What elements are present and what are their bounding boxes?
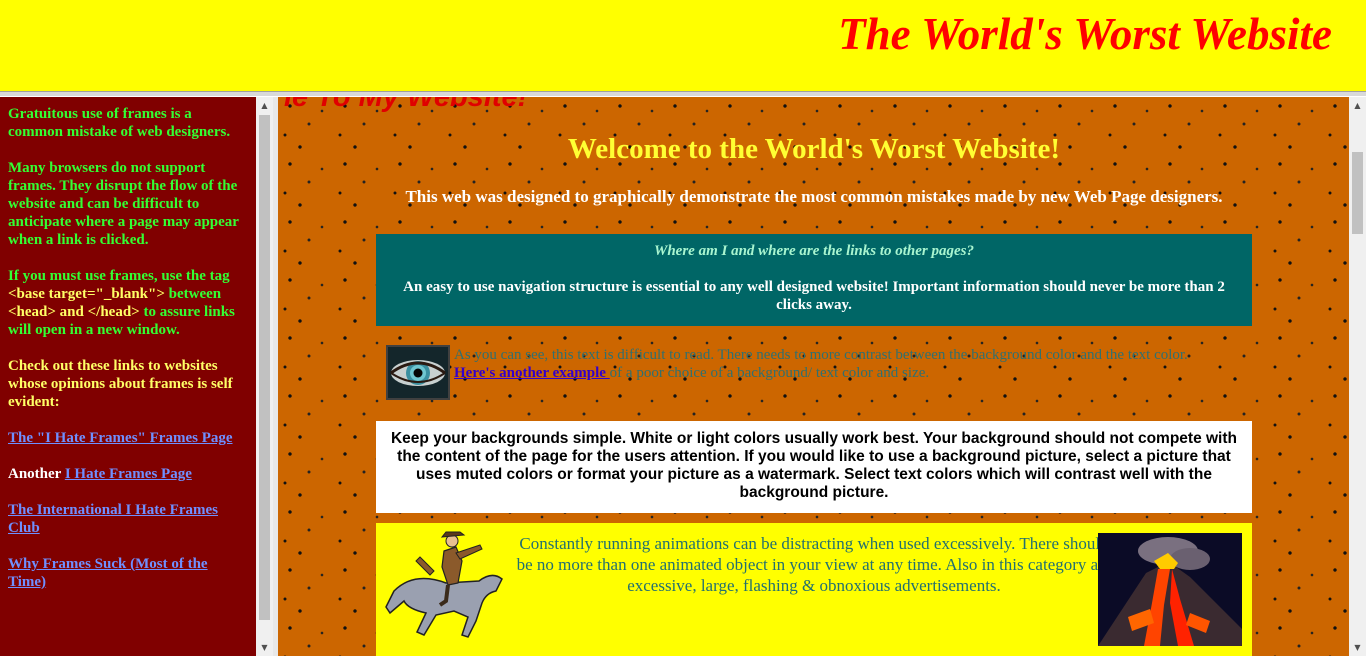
background-tip-box: Keep your backgrounds simple. White or l…	[376, 421, 1252, 513]
cowboy-horse-image	[384, 531, 514, 643]
sidebar-paragraph: Gratuitous use of frames is a common mis…	[8, 106, 231, 140]
scroll-up-arrow-icon[interactable]: ▲	[1349, 97, 1366, 114]
header-frame: The World's Worst Website	[0, 0, 1366, 91]
navigation-question: Where am I and where are the links to ot…	[653, 243, 975, 259]
tip-text: between	[164, 286, 222, 302]
link-why-frames-suck[interactable]: Why Frames Suck (Most of the Time)	[8, 556, 208, 590]
contrast-suffix: of a poor choice of a background/ text c…	[609, 365, 930, 381]
navigation-answer: An easy to use navigation structure is e…	[403, 279, 1225, 313]
sidebar-scrollbar[interactable]: ▲ ▼	[256, 97, 273, 656]
intro-subtitle: This web was designed to graphically dem…	[405, 187, 1223, 206]
another-example-link[interactable]: Here's another example	[454, 365, 610, 381]
sidebar-paragraph: Many browsers do not support frames. The…	[8, 160, 239, 248]
site-title: The World's Worst Website	[838, 9, 1332, 59]
head-tag-code: <head> and </head>	[8, 304, 140, 320]
scroll-down-arrow-icon[interactable]: ▼	[256, 639, 273, 656]
contrast-example: As you can see, this text is difficult t…	[386, 345, 1256, 405]
tip-text: If you must use frames, use the tag	[8, 268, 230, 284]
sidebar-base-tag-tip: If you must use frames, use the tag <bas…	[8, 267, 248, 339]
volcano-icon	[1098, 533, 1242, 646]
contrast-text: As you can see, this text is difficult t…	[454, 347, 1188, 363]
main-scrollbar[interactable]: ▲ ▼	[1349, 97, 1366, 656]
scroll-up-arrow-icon[interactable]: ▲	[256, 97, 273, 114]
main-content-frame: le To My Website! Welcome to the World's…	[278, 97, 1349, 656]
link-prefix: Another	[8, 466, 65, 482]
contrast-paragraph: As you can see, this text is difficult t…	[454, 346, 1254, 382]
link-international-i-hate-frames-club[interactable]: The International I Hate Frames Club	[8, 502, 218, 536]
sidebar-link-line: Another I Hate Frames Page	[8, 465, 248, 483]
sidebar-frame: Gratuitous use of frames is a common mis…	[0, 97, 256, 656]
eye-image	[386, 345, 450, 400]
scrolling-marquee: le To My Website!	[284, 97, 528, 113]
link-i-hate-frames-frames-page[interactable]: The "I Hate Frames" Frames Page	[8, 430, 233, 446]
scroll-thumb[interactable]	[259, 115, 270, 620]
navigation-tip-box: Where am I and where are the links to ot…	[376, 234, 1252, 326]
animation-tip-box: Constantly running animations can be dis…	[376, 523, 1252, 656]
volcano-image	[1098, 533, 1242, 646]
link-i-hate-frames-page[interactable]: I Hate Frames Page	[65, 466, 192, 482]
horse-icon	[385, 531, 503, 638]
scroll-down-arrow-icon[interactable]: ▼	[1349, 639, 1366, 656]
animation-paragraph: Constantly running animations can be dis…	[516, 534, 1112, 595]
eye-icon	[388, 347, 448, 398]
welcome-heading: Welcome to the World's Worst Website!	[567, 133, 1061, 165]
sidebar-links-intro: Check out these links to websites whose …	[8, 358, 233, 410]
scroll-thumb[interactable]	[1352, 152, 1363, 234]
base-tag-code: <base target="_blank">	[8, 286, 165, 302]
